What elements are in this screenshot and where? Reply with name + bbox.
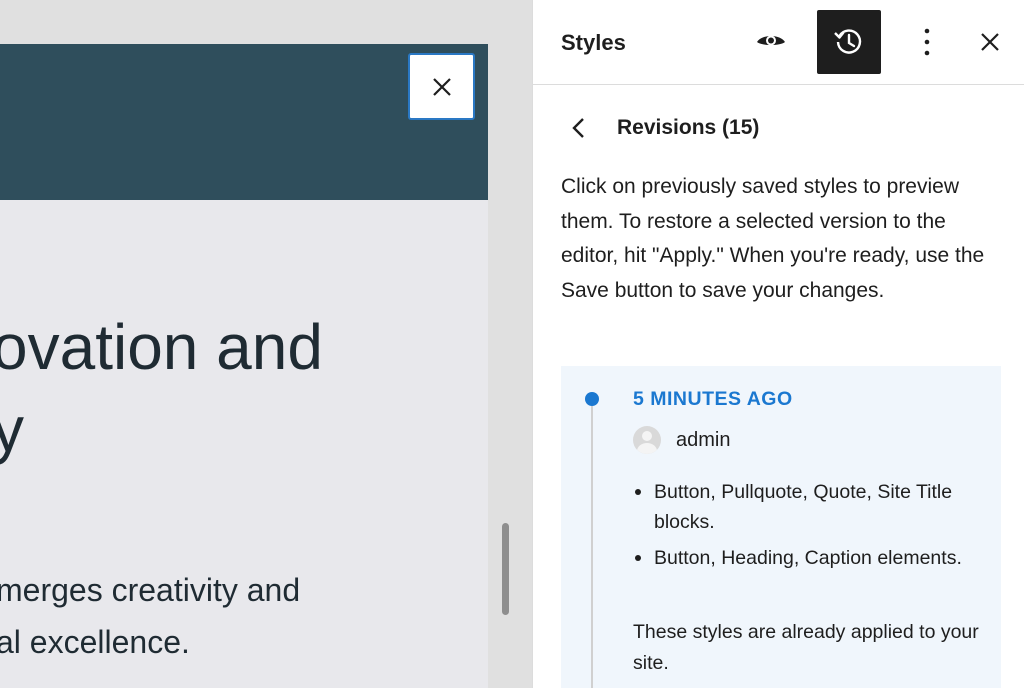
preview-body-text: merges creativity and al excellence. [0,572,301,660]
revisions-description: Click on previously saved styles to prev… [561,175,985,302]
styles-sidebar: Styles Revisions (15) Click on previousl… [532,0,1024,688]
author-name: admin [676,428,731,451]
revisions-history-icon [834,29,862,54]
timeline-dot [585,392,599,406]
list-item: Button, Heading, Caption elements. [633,543,983,573]
revisions-navigation: Revisions (15) [561,108,759,148]
canvas-scrollbar[interactable] [502,523,509,615]
site-preview: ovation and y merges creativity and al e… [0,44,488,688]
more-options-button[interactable] [895,10,959,74]
close-icon [432,77,451,96]
sidebar-header: Styles [533,0,1024,85]
applied-note: These styles are already applied to your… [633,621,979,674]
list-item: Button, Pullquote, Quote, Site Title blo… [633,477,983,537]
revision-time: 5 MINUTES AGO [633,388,793,410]
more-vertical-icon [924,28,930,56]
preview-close-button[interactable] [408,53,475,120]
timeline-line [591,406,593,688]
style-book-button[interactable] [739,10,803,74]
preview-heading: ovation and y [0,311,323,465]
close-sidebar-button[interactable] [958,10,1022,74]
editor-canvas: ovation and y merges creativity and al e… [0,0,532,688]
eye-icon [757,35,785,46]
revision-item[interactable]: 5 MINUTES AGO admin Button, Pullquote, Q… [561,366,1001,688]
avatar [633,426,661,454]
revisions-heading: Revisions (15) [617,116,760,139]
close-icon [981,33,999,51]
revision-author: admin [633,426,730,454]
sidebar-title: Styles [561,30,626,55]
back-button[interactable] [559,108,599,148]
chevron-left-icon [572,118,584,138]
revisions-button[interactable] [817,10,881,74]
changes-list: Button, Pullquote, Quote, Site Title blo… [633,477,983,579]
